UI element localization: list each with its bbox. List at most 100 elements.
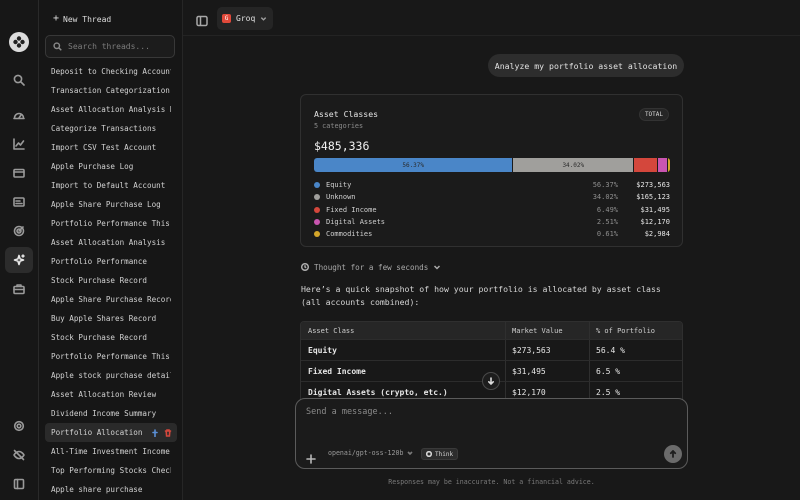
legend-value: $165,123: [636, 193, 670, 202]
thread-item-label: Categorize Transactions: [51, 124, 157, 133]
sidebar-layout-icon[interactable]: [5, 471, 33, 497]
thread-item-label: Portfolio Allocation ...: [51, 428, 143, 437]
thread-item[interactable]: Categorize Transactions: [45, 119, 177, 138]
new-thread-label: New Thread: [63, 14, 112, 24]
table-header-row: Asset Class Market Value % of Portfolio: [301, 322, 682, 339]
model-select[interactable]: openai/gpt-oss-120b: [328, 449, 414, 457]
thought-toggle[interactable]: Thought for a few seconds: [301, 261, 441, 273]
thread-item[interactable]: Apple stock purchase details: [45, 366, 177, 385]
legend-name: Equity: [326, 181, 352, 190]
thread-item[interactable]: Asset Allocation Analysis: [45, 233, 177, 252]
thread-item[interactable]: Portfolio Performance This ...: [45, 347, 177, 366]
thread-item[interactable]: Apple Share Purchase Record: [45, 290, 177, 309]
thread-item[interactable]: Transaction Categorization ...: [45, 81, 177, 100]
thread-item[interactable]: Apple Purchase Log: [45, 157, 177, 176]
thread-item-label: Portfolio Performance This ...: [51, 352, 171, 361]
scroll-to-bottom-button[interactable]: [482, 372, 500, 390]
legend-percent: 56.37%: [592, 181, 618, 190]
search-icon[interactable]: [5, 67, 33, 93]
user-message-bubble: Analyze my portfolio asset allocation: [488, 54, 684, 77]
pin-icon[interactable]: [151, 428, 159, 437]
add-attachment-button[interactable]: [306, 449, 316, 464]
thread-item[interactable]: Apple Share Purchase Log: [45, 195, 177, 214]
legend-percent: 0.61%: [596, 230, 618, 239]
thread-item[interactable]: Buy Apple Shares Record: [45, 309, 177, 328]
allocation-bar: 56.37% 34.02%: [314, 158, 670, 172]
receipt-icon[interactable]: [5, 189, 33, 215]
privacy-eye-off-icon[interactable]: [5, 442, 33, 468]
app-logo-icon[interactable]: [9, 32, 29, 52]
think-toggle[interactable]: Think: [421, 448, 459, 460]
target-icon[interactable]: [5, 218, 33, 244]
legend-row: Unknown 34.02% $165,123: [314, 191, 670, 203]
thread-item-label: Transaction Categorization ...: [51, 86, 171, 95]
asset-classes-card: Asset Classes 5 categories TOTAL $485,33…: [300, 94, 683, 247]
thread-item-label: Asset Allocation Analysis R...: [51, 105, 171, 114]
card-title: Asset Classes: [314, 109, 379, 119]
thread-item-label: Apple Share Purchase Log: [51, 200, 161, 209]
send-button[interactable]: [664, 445, 682, 463]
delete-trash-icon[interactable]: [164, 428, 172, 437]
search-threads-input[interactable]: [68, 42, 168, 51]
table-cell: Equity: [301, 340, 506, 360]
thread-item-label: Portfolio Performance This ...: [51, 219, 171, 228]
legend-value: $12,170: [640, 218, 670, 227]
thread-item[interactable]: All-Time Investment Income: [45, 442, 177, 461]
model-provider-select[interactable]: G Groq: [217, 7, 274, 30]
legend-name: Fixed Income: [326, 205, 377, 214]
new-thread-button[interactable]: + New Thread: [53, 12, 111, 26]
thread-item-label: Top Performing Stocks Check: [51, 466, 171, 475]
table-header-market-value: Market Value: [506, 322, 590, 339]
lightbulb-icon: [426, 451, 432, 457]
thread-item-label: Apple share purchase: [51, 485, 143, 494]
assistant-answer-text: Here’s a quick snapshot of how your port…: [301, 284, 661, 307]
table-cell: 6.5 %: [596, 366, 621, 376]
thread-item[interactable]: Stock Purchase Record: [45, 271, 177, 290]
plus-icon: [306, 454, 316, 464]
allocation-segment-label: 56.37%: [402, 161, 425, 169]
thread-item[interactable]: Portfolio Performance This ...: [45, 214, 177, 233]
briefcase-icon[interactable]: [5, 276, 33, 302]
ai-assistant-sparkle-icon[interactable]: [5, 247, 33, 273]
thread-item[interactable]: Apple share purchase: [45, 480, 177, 499]
toggle-sidebar-button[interactable]: [196, 12, 208, 27]
legend-percent: 34.02%: [592, 193, 618, 202]
arrow-down-icon: [488, 377, 494, 385]
thread-item[interactable]: Portfolio Allocation ...: [45, 423, 177, 442]
thread-item-label: Apple stock purchase details: [51, 371, 171, 380]
allocation-segment: [657, 158, 667, 172]
wallet-icon[interactable]: [5, 160, 33, 186]
message-input[interactable]: [306, 407, 676, 423]
thread-item[interactable]: Import CSV Test Account: [45, 138, 177, 157]
dashboard-gauge-icon[interactable]: [5, 102, 33, 128]
thread-item[interactable]: Top Performing Stocks Check: [45, 461, 177, 480]
thread-item-label: Deposit to Checking Account: [51, 67, 171, 76]
thread-item[interactable]: Import to Default Account: [45, 176, 177, 195]
legend-value: $2,984: [644, 230, 670, 239]
legend-name: Commodities: [326, 230, 373, 239]
settings-gear-icon[interactable]: [5, 413, 33, 439]
groq-logo-icon: G: [222, 14, 231, 23]
thread-item[interactable]: Asset Allocation Analysis R...: [45, 100, 177, 119]
legend-row: Fixed Income 6.49% $31,495: [314, 204, 670, 216]
search-icon: [53, 42, 62, 51]
thread-item[interactable]: Asset Allocation Review: [45, 385, 177, 404]
allocation-segment: 34.02%: [513, 158, 634, 172]
legend-color-dot: [314, 206, 320, 213]
thread-item-label: Portfolio Performance: [51, 257, 148, 266]
chart-icon[interactable]: [5, 131, 33, 157]
legend-color-dot: [314, 194, 320, 201]
thread-item[interactable]: Portfolio Performance: [45, 252, 177, 271]
thread-item[interactable]: Stock Purchase Record: [45, 328, 177, 347]
thought-label: Thought for a few seconds: [314, 262, 429, 272]
thread-item[interactable]: Deposit to Checking Account: [45, 62, 177, 81]
plus-icon: +: [53, 13, 60, 24]
arrow-up-icon: [669, 450, 677, 458]
thread-item[interactable]: Dividend Income Summary: [45, 404, 177, 423]
thread-item-label: All-Time Investment Income: [51, 447, 170, 456]
legend-color-dot: [314, 231, 320, 238]
message-composer: openai/gpt-oss-120b Think: [295, 398, 688, 469]
search-threads-box[interactable]: [45, 35, 175, 58]
think-label: Think: [435, 450, 454, 458]
portfolio-total: $485,336: [314, 139, 370, 153]
